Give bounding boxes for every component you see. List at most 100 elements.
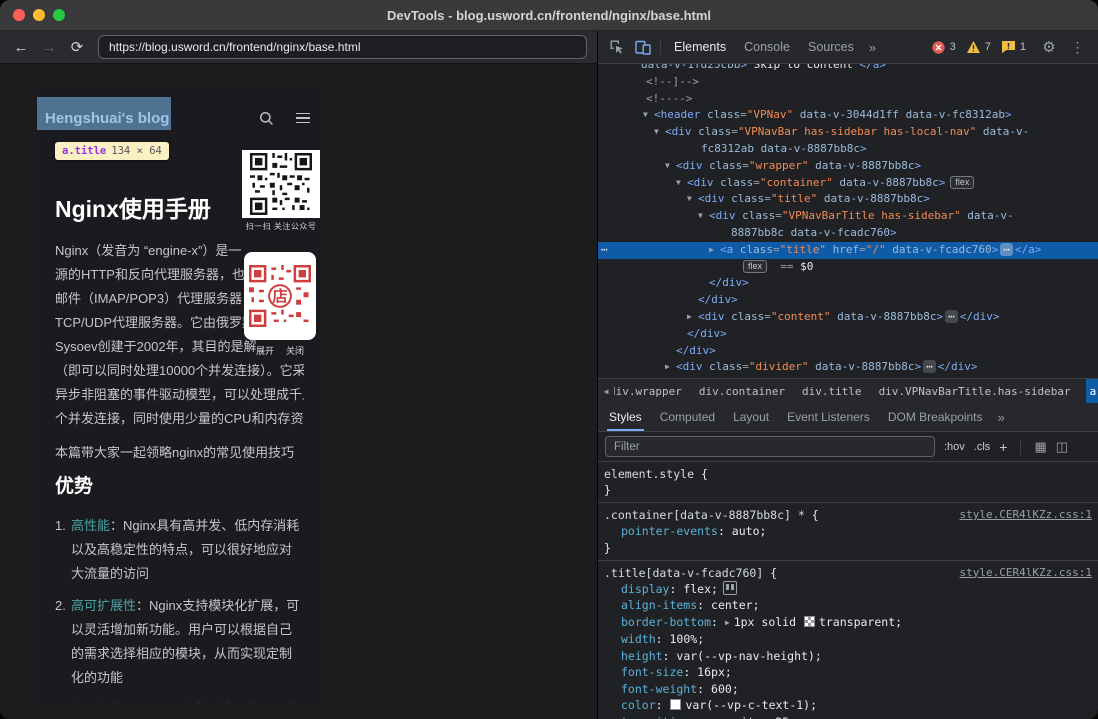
tab-event-listeners[interactable]: Event Listeners — [778, 403, 879, 431]
css-declaration[interactable]: height: var(--vp-nav-height); — [604, 648, 1092, 665]
inspect-element-button[interactable] — [604, 34, 630, 60]
tree-line[interactable]: ▼<header class="VPNav" data-v-3044d1ff d… — [598, 107, 1098, 124]
css-declaration[interactable]: color: var(--vp-c-text-1); — [604, 697, 1092, 714]
css-property-name[interactable]: align-items — [621, 598, 697, 612]
flex-editor-button[interactable] — [723, 581, 737, 595]
seal-action-button[interactable]: 展开 — [256, 344, 274, 357]
tree-line[interactable]: fc8312ab data-v-8887bb8c> — [598, 141, 1098, 158]
issues-icon[interactable] — [1002, 41, 1015, 53]
tree-line[interactable]: </div> — [598, 343, 1098, 360]
tab-layout[interactable]: Layout — [724, 403, 778, 431]
tree-line[interactable]: ▼<div class="wrapper" data-v-8887bb8c> — [598, 158, 1098, 175]
css-property-name[interactable]: display — [621, 582, 669, 596]
new-style-rule-button[interactable]: + — [999, 439, 1007, 455]
device-toolbar-button[interactable] — [630, 34, 656, 60]
warning-count[interactable]: 7 — [985, 41, 991, 53]
issue-count[interactable]: 1 — [1020, 41, 1026, 53]
css-property-name[interactable]: border-bottom — [621, 615, 711, 629]
flex-badge[interactable]: flex — [743, 260, 767, 273]
tree-line[interactable]: 8887bb8c data-v-fcadc760> — [598, 225, 1098, 242]
css-declaration[interactable]: align-items: center; — [604, 597, 1092, 614]
css-property-value[interactable]: var(--vp-c-text-1) — [685, 698, 810, 712]
css-declaration[interactable]: display: flex; — [604, 581, 1092, 598]
expand-arrow-icon[interactable]: ▶ — [687, 309, 698, 326]
computed-sidebar-toggle-icon[interactable]: ◫ — [1056, 439, 1068, 455]
tree-line[interactable]: ⋯▶<a class="title" href="/" data-v-fcadc… — [598, 242, 1098, 259]
menu-icon[interactable] — [296, 113, 310, 124]
qr-widget[interactable]: 扫一扫 关注公众号 — [242, 150, 320, 232]
breadcrumb-item[interactable]: div.title — [800, 379, 864, 403]
css-property-value[interactable]: 16px — [697, 665, 725, 679]
css-property-value[interactable]: center — [711, 598, 753, 612]
tree-line[interactable]: <!----> — [598, 91, 1098, 108]
error-count[interactable]: 3 — [950, 41, 956, 53]
expand-arrow-icon[interactable]: ▼ — [654, 124, 665, 141]
error-icon[interactable] — [932, 41, 945, 54]
css-declaration[interactable]: transition: ▶opacity .25s; — [604, 714, 1092, 719]
css-property-value[interactable]: 100% — [669, 632, 697, 646]
seal-qr-widget[interactable]: 店 展开关闭 — [244, 252, 316, 357]
seal-action-button[interactable]: 关闭 — [286, 344, 304, 357]
close-window-button[interactable] — [13, 9, 25, 21]
tree-line[interactable]: ▶<div class="divider" data-v-8887bb8c>⋯<… — [598, 359, 1098, 376]
css-declaration[interactable]: font-size: 16px; — [604, 664, 1092, 681]
css-property-value[interactable]: opacity .25s — [713, 715, 796, 719]
tree-line[interactable]: flex == $0 — [598, 259, 1098, 276]
css-property-value[interactable]: auto — [732, 524, 760, 538]
tree-line[interactable]: </div> — [598, 275, 1098, 292]
expand-ellipsis-button[interactable]: ⋯ — [945, 310, 958, 323]
warning-icon[interactable] — [967, 41, 980, 53]
styles-filter-input[interactable] — [605, 436, 935, 457]
css-declaration[interactable]: width: 100%; — [604, 631, 1092, 648]
css-property-value[interactable]: 600 — [711, 682, 732, 696]
tab-dom-breakpoints[interactable]: DOM Breakpoints — [879, 403, 992, 431]
tree-line[interactable]: data-v-1fd25cbb> Skip to content </a> — [598, 64, 1098, 74]
tab-sources[interactable]: Sources — [799, 31, 863, 63]
css-property-value[interactable]: var(--vp-nav-height) — [676, 649, 814, 663]
kebab-menu-icon[interactable]: ⋮ — [1066, 39, 1090, 56]
rendering-emulation-icon[interactable]: ▦ — [1034, 439, 1046, 455]
tree-line[interactable]: </div> — [598, 292, 1098, 309]
color-swatch[interactable] — [670, 699, 681, 710]
css-property-name[interactable]: height — [621, 649, 663, 663]
forward-button[interactable]: → — [36, 34, 62, 60]
breadcrumb-item[interactable]: div.VPNavBarTitle.has-sidebar — [877, 379, 1073, 403]
expand-shorthand-icon[interactable]: ▶ — [725, 618, 730, 627]
tree-line[interactable]: ▼<div class="VPNavBarTitle has-sidebar" … — [598, 208, 1098, 225]
minimize-window-button[interactable] — [33, 9, 45, 21]
tree-line[interactable]: ▼<div class="container" data-v-8887bb8c>… — [598, 175, 1098, 192]
back-button[interactable]: ← — [8, 34, 34, 60]
reload-button[interactable]: ⟳ — [64, 34, 90, 60]
breadcrumb-item[interactable]: div.wrapper — [607, 379, 684, 403]
expand-arrow-icon[interactable]: ▼ — [676, 175, 687, 192]
css-property-name[interactable]: font-size — [621, 665, 683, 679]
tab-elements[interactable]: Elements — [665, 31, 735, 63]
css-property-name[interactable]: width — [621, 632, 656, 646]
expand-arrow-icon[interactable]: ▼ — [698, 208, 709, 225]
expand-ellipsis-button[interactable]: ⋯ — [923, 360, 936, 373]
tree-line[interactable]: ▶<div class="content" data-v-8887bb8c>⋯<… — [598, 309, 1098, 326]
expand-arrow-icon[interactable]: ▼ — [665, 158, 676, 175]
stylesheet-link[interactable]: style.CER4lKZz.css:1 — [950, 565, 1092, 581]
expand-arrow-icon[interactable]: ▶ — [665, 359, 676, 376]
css-declaration[interactable]: border-bottom: ▶1px solid transparent; — [604, 614, 1092, 632]
css-property-value[interactable]: transparent — [819, 615, 895, 629]
flex-badge[interactable]: flex — [950, 176, 974, 189]
rule-selector[interactable]: .container[data-v-8887bb8c] * — [604, 507, 805, 523]
tree-line[interactable]: ▼<div class="title" data-v-8887bb8c> — [598, 191, 1098, 208]
expand-arrow-icon[interactable]: ▼ — [643, 107, 654, 124]
tree-line[interactable]: ▼<div class="VPNavBar has-sidebar has-lo… — [598, 124, 1098, 141]
tree-line[interactable]: </div> — [598, 326, 1098, 343]
more-tabs-button[interactable]: » — [863, 40, 882, 55]
toggle-class-button[interactable]: .cls — [974, 441, 991, 453]
breadcrumb-scroll-left-icon[interactable]: ◀ — [598, 379, 614, 403]
color-swatch[interactable] — [804, 616, 815, 627]
expand-arrow-icon[interactable]: ▼ — [687, 191, 698, 208]
expand-arrow-icon[interactable]: ▶ — [709, 242, 720, 259]
breadcrumb-item[interactable]: div.container — [697, 379, 787, 403]
tab-console[interactable]: Console — [735, 31, 799, 63]
css-declaration[interactable]: pointer-events: auto; — [604, 523, 1092, 540]
css-property-name[interactable]: transition — [621, 715, 690, 719]
zoom-window-button[interactable] — [53, 9, 65, 21]
rule-selector[interactable]: element.style — [604, 466, 694, 482]
